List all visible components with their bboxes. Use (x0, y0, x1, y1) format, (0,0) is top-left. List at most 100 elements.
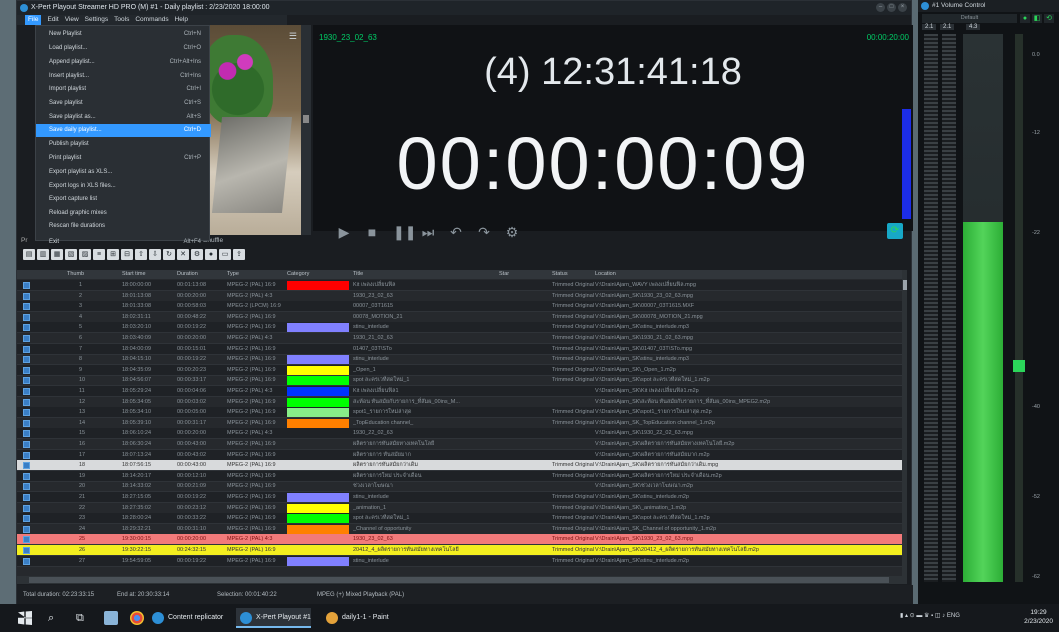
file-menu-item[interactable]: Export playlist as XLS... (36, 166, 211, 179)
volume-slider[interactable] (1013, 34, 1025, 582)
maximize-icon[interactable]: □ (887, 3, 896, 12)
table-row[interactable]: 12 18:05:34:05 00:00:03:02 MPEG-2 (PAL) 16:… (17, 397, 902, 408)
redo-icon[interactable]: ↷ (477, 225, 491, 239)
screen-icon[interactable]: ▭ (219, 248, 231, 260)
file-menu-item[interactable]: Exit Alt+F4 (36, 236, 211, 249)
table-row[interactable]: 10 18:04:56:07 00:00:33:17 MPEG-2 (PAL) 16:… (17, 375, 902, 387)
reset-icon[interactable]: ⟲ (1044, 14, 1054, 23)
column-header[interactable]: Duration (177, 270, 198, 279)
settings-icon[interactable]: ⚙ (505, 225, 519, 239)
table-row[interactable]: 11 18:05:29:24 00:00:04:06 MPEG-2 (PAL) 4:3… (17, 386, 902, 397)
export-icon[interactable]: ⇪ (233, 248, 245, 260)
file-menu-item[interactable]: Rescan file durations (36, 220, 211, 233)
file-menu-item[interactable]: Publish playlist (36, 138, 211, 151)
menu-help[interactable]: Help (175, 15, 188, 25)
table-row[interactable]: 23 18:28:00:24 00:00:33:22 MPEG-2 (PAL) 16:… (17, 513, 902, 525)
pause-icon[interactable]: ❚❚ (393, 225, 416, 239)
column-header[interactable]: Type (227, 270, 239, 279)
volume-title-bar[interactable]: #1 Volume Control (918, 0, 1059, 12)
table-row[interactable]: 18 18:07:56:15 00:00:43:00 MPEG-2 (PAL) 16:… (17, 460, 902, 472)
table-row[interactable]: 21 18:27:15:05 00:00:19:22 MPEG-2 (PAL) 16:… (17, 492, 902, 503)
table-row[interactable]: 1 18:00:00:00 00:01:13:08 MPEG-2 (PAL) 16:9… (17, 280, 902, 291)
table-row[interactable]: 2 18:01:13:08 00:00:20:00 MPEG-2 (PAL) 4:3 1… (17, 291, 902, 302)
insert-icon[interactable]: ≡ (93, 248, 105, 260)
table-row[interactable]: 5 18:03:20:10 00:00:19:22 MPEG-2 (PAL) 16:9… (17, 322, 902, 334)
play-icon[interactable]: ▶ (337, 225, 351, 239)
column-header[interactable]: Title (353, 270, 363, 279)
table-row[interactable]: 13 18:05:34:10 00:00:05:00 MPEG-2 (PAL) 16:… (17, 407, 902, 419)
table-row[interactable]: 25 19:30:00:15 00:00:20:00 MPEG-2 (PAL) 4:3… (17, 534, 902, 546)
column-header[interactable]: Category (287, 270, 309, 279)
table-row[interactable]: 15 18:06:10:24 00:00:20:00 MPEG-2 (PAL) 4:3… (17, 428, 902, 440)
table-row[interactable]: 20 18:14:33:02 00:00:21:09 MPEG-2 (PAL) 16:… (17, 481, 902, 493)
gear-icon[interactable]: ⚙ (191, 248, 203, 260)
table-row[interactable]: 19 18:14:20:17 00:00:12:10 MPEG-2 (PAL) 16:… (17, 470, 902, 482)
delete-icon[interactable]: ⊟ (121, 248, 133, 260)
save-icon[interactable]: ▦ (51, 248, 63, 260)
next-icon[interactable]: ⏭ (421, 225, 435, 239)
table-row[interactable]: 26 19:30:22:15 00:24:32:15 MPEG-2 (PAL) 16:… (17, 545, 902, 556)
title-bar[interactable]: X-Pert Playout Streamer HD PRO (M) #1 - … (17, 1, 911, 15)
column-header[interactable]: Status (552, 270, 568, 279)
column-header[interactable]: Star (499, 270, 509, 279)
file-menu-item[interactable]: Save playlist as... Alt+S (36, 111, 211, 124)
table-row[interactable]: 27 19:54:59:05 00:00:19:22 MPEG-2 (PAL) 16:… (17, 555, 902, 567)
menu-file[interactable]: File (25, 15, 42, 25)
file-menu-item[interactable]: Save playlist Ctrl+S (36, 97, 211, 110)
link-icon[interactable]: ● (1020, 14, 1030, 23)
file-menu-item[interactable]: Export logs in XLS files... (36, 180, 211, 193)
scroll-thumb[interactable] (303, 115, 309, 123)
table-row[interactable]: 22 18:27:35:02 00:00:23:12 MPEG-2 (PAL) 16:… (17, 503, 902, 514)
file-menu-item[interactable]: Export capture list (36, 193, 211, 206)
stop-icon[interactable]: ■ (365, 225, 379, 239)
column-header[interactable]: Location (595, 270, 616, 279)
taskbar-content-replicator[interactable]: Content replicator (148, 608, 223, 628)
horizontal-scrollbar[interactable] (17, 576, 907, 584)
clock[interactable]: 19:29 2/23/2020 (1024, 608, 1053, 626)
hamburger-icon[interactable]: ☰ (289, 31, 297, 42)
system-tray[interactable]: ▮ ▴ ⊙ ▬ ♛ ▪ ◫ ♪ ENG (900, 612, 960, 619)
file-explorer-icon[interactable] (104, 611, 118, 625)
record-icon[interactable]: ● (205, 248, 217, 260)
grid-scrollbar[interactable] (902, 270, 907, 576)
table-row[interactable]: 3 18:01:33:08 00:00:58:03 MPEG-2 (LPCM) 16:… (17, 301, 902, 313)
menu-view[interactable]: View (65, 15, 79, 25)
file-menu-item[interactable]: Save daily playlist... Ctrl+D (36, 124, 211, 137)
column-header[interactable]: Start time (122, 270, 146, 279)
column-header[interactable]: Thumb (67, 270, 84, 279)
refresh-icon[interactable]: ⟳ (887, 223, 903, 239)
table-row[interactable]: 8 18:04:15:10 00:00:19:22 MPEG-2 (PAL) 16:9… (17, 354, 902, 366)
table-row[interactable]: 7 18:04:00:09 00:00:15:01 MPEG-2 (PAL) 16:9… (17, 343, 902, 355)
scroll-thumb[interactable] (903, 280, 907, 290)
menu-settings[interactable]: Settings (85, 15, 109, 25)
scroll-thumb[interactable] (29, 577, 889, 583)
taskbar-paint[interactable]: daily1-1 - Paint (322, 608, 389, 628)
import-icon[interactable]: ▨ (79, 248, 91, 260)
table-row[interactable]: 4 18:02:31:11 00:00:48:22 MPEG-2 (PAL) 16:9… (17, 312, 902, 323)
move-up-icon[interactable]: ⇧ (135, 248, 147, 260)
table-row[interactable]: 14 18:05:39:10 00:00:31:17 MPEG-2 (PAL) 16:… (17, 418, 902, 429)
file-menu-item[interactable]: Append playlist... Ctrl+Alt+Ins (36, 56, 211, 69)
move-down-icon[interactable]: ⇩ (149, 248, 161, 260)
table-row[interactable]: 17 18:07:13:24 00:00:43:02 MPEG-2 (PAL) 16:… (17, 449, 902, 461)
remove-icon[interactable]: ✕ (177, 248, 189, 260)
file-menu-item[interactable]: Insert playlist... Ctrl+Ins (36, 70, 211, 83)
mute-icon[interactable]: ◧ (1032, 14, 1042, 23)
file-menu-item[interactable]: Load playlist... Ctrl+O (36, 42, 211, 55)
file-menu-item[interactable]: Import playlist Ctrl+I (36, 83, 211, 96)
table-row[interactable]: 16 18:06:30:24 00:00:43:00 MPEG-2 (PAL) 16:… (17, 439, 902, 450)
start-icon[interactable] (18, 611, 32, 625)
append-icon[interactable]: ⊞ (107, 248, 119, 260)
preview-scrollbar[interactable] (301, 25, 311, 235)
search-icon[interactable]: ⌕ (48, 611, 62, 625)
close-icon[interactable]: × (898, 3, 907, 12)
undo-icon[interactable]: ↶ (449, 225, 463, 239)
table-row[interactable]: 6 18:03:40:09 00:00:20:00 MPEG-2 (PAL) 4:3 1… (17, 333, 902, 344)
save-as-icon[interactable]: ▧ (65, 248, 77, 260)
task-view-icon[interactable]: ⧉ (76, 611, 90, 625)
taskbar-xpert-playout[interactable]: X-Pert Playout #1 (236, 608, 311, 628)
loop-icon[interactable]: ↻ (163, 248, 175, 260)
file-menu-item[interactable]: Reload graphic mixes (36, 207, 211, 220)
open-icon[interactable]: ▥ (37, 248, 49, 260)
table-row[interactable]: 9 18:04:35:09 00:00:20:23 MPEG-2 (PAL) 16:9… (17, 364, 902, 376)
